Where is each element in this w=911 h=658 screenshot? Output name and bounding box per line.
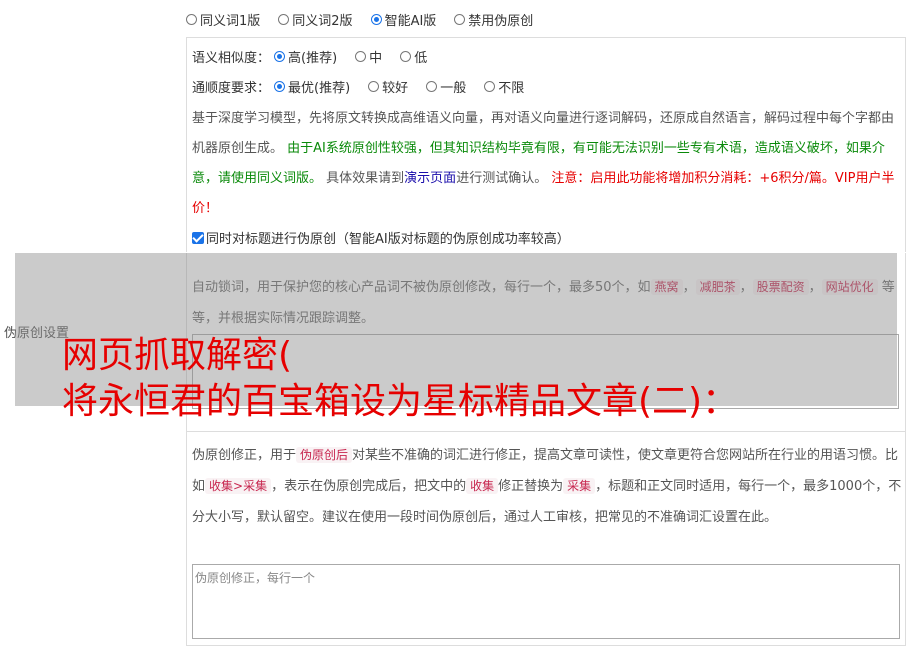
corr-desc-text: 伪原创修正，用于: [192, 448, 297, 463]
title-checkbox-row[interactable]: 同时对标题进行伪原创（智能AI版对标题的伪原创成功率较高）: [192, 228, 570, 247]
fluency-option-best[interactable]: 最优(推荐): [274, 77, 350, 96]
ai-description: 基于深度学习模型，先将原文转换成高维语义向量，再对语义向量进行逐词解码，还原成自…: [192, 104, 902, 224]
mode-option-disable[interactable]: 禁用伪原创: [454, 10, 533, 29]
title-checkbox-label: 同时对标题进行伪原创（智能AI版对标题的伪原创成功率较高）: [206, 232, 570, 247]
example-tag: 伪原创后: [296, 447, 353, 463]
mode-label: 智能AI版: [384, 14, 437, 29]
example-tag: 采集: [563, 478, 596, 494]
radio-checked-icon[interactable]: [370, 14, 382, 25]
banner-line-1: 网页抓取解密(: [62, 335, 293, 376]
correction-description: 伪原创修正，用于 伪原创后 对某些不准确的词汇进行修正，提高文章可读性，使文章更符合…: [192, 440, 902, 533]
radio-icon[interactable]: [400, 51, 412, 62]
example-tag: 收集: [466, 478, 499, 494]
mode-label: 同义词2版: [292, 14, 353, 29]
correction-textarea[interactable]: 伪原创修正，每行一个: [192, 564, 900, 639]
radio-icon[interactable]: [368, 81, 380, 92]
mode-option-synonym2[interactable]: 同义词2版: [278, 10, 353, 29]
similarity-option-low[interactable]: 低: [400, 47, 427, 66]
fluency-option-any[interactable]: 不限: [484, 77, 524, 96]
mode-option-ai[interactable]: 智能AI版: [370, 10, 437, 29]
mode-radio-group: 同义词1版 同义词2版 智能AI版 禁用伪原创: [186, 10, 551, 29]
radio-icon[interactable]: [484, 81, 496, 92]
radio-icon[interactable]: [454, 14, 466, 25]
option-label: 最优(推荐): [288, 81, 351, 96]
fluency-row: 通顺度要求： 最优(推荐) 较好 一般 不限: [192, 77, 542, 96]
option-label: 较好: [382, 81, 409, 96]
similarity-row: 语义相似度： 高(推荐) 中 低: [192, 47, 445, 66]
mode-option-synonym1[interactable]: 同义词1版: [186, 10, 260, 29]
fluency-option-good[interactable]: 较好: [368, 77, 408, 96]
option-label: 中: [369, 51, 383, 66]
ai-desc-demo-prefix: 具体效果请到: [326, 171, 405, 186]
mode-label: 同义词1版: [200, 14, 261, 29]
option-label: 一般: [440, 81, 467, 96]
article-banner-title: 网页抓取解密( 将永恒君的百宝箱设为星标精品文章(二)：: [62, 333, 738, 425]
option-label: 不限: [498, 81, 525, 96]
mode-label: 禁用伪原创: [468, 14, 534, 29]
correction-placeholder: 伪原创修正，每行一个: [195, 571, 316, 585]
corr-desc-text: ，表示在伪原创完成后，把文中的: [271, 479, 467, 494]
option-label: 高(推荐): [288, 51, 338, 66]
checkbox-checked-icon[interactable]: [192, 231, 204, 244]
corr-desc-text: 修正替换为: [498, 479, 564, 494]
banner-line-2: 将永恒君的百宝箱设为星标精品文章(二)：: [62, 381, 739, 422]
radio-icon[interactable]: [278, 14, 290, 25]
radio-checked-icon[interactable]: [274, 51, 286, 62]
ai-desc-demo-suffix: 进行测试确认。: [456, 171, 548, 186]
fluency-option-normal[interactable]: 一般: [426, 77, 466, 96]
radio-checked-icon[interactable]: [274, 81, 286, 92]
example-tag: 收集>采集: [205, 478, 272, 494]
radio-icon[interactable]: [355, 51, 367, 62]
fluency-label: 通顺度要求：: [192, 81, 271, 96]
radio-icon[interactable]: [426, 81, 438, 92]
similarity-option-mid[interactable]: 中: [355, 47, 382, 66]
similarity-option-high[interactable]: 高(推荐): [274, 47, 337, 66]
demo-page-link[interactable]: 演示页面: [404, 171, 456, 186]
option-label: 低: [414, 51, 428, 66]
similarity-label: 语义相似度：: [192, 51, 271, 66]
radio-icon[interactable]: [186, 14, 197, 25]
